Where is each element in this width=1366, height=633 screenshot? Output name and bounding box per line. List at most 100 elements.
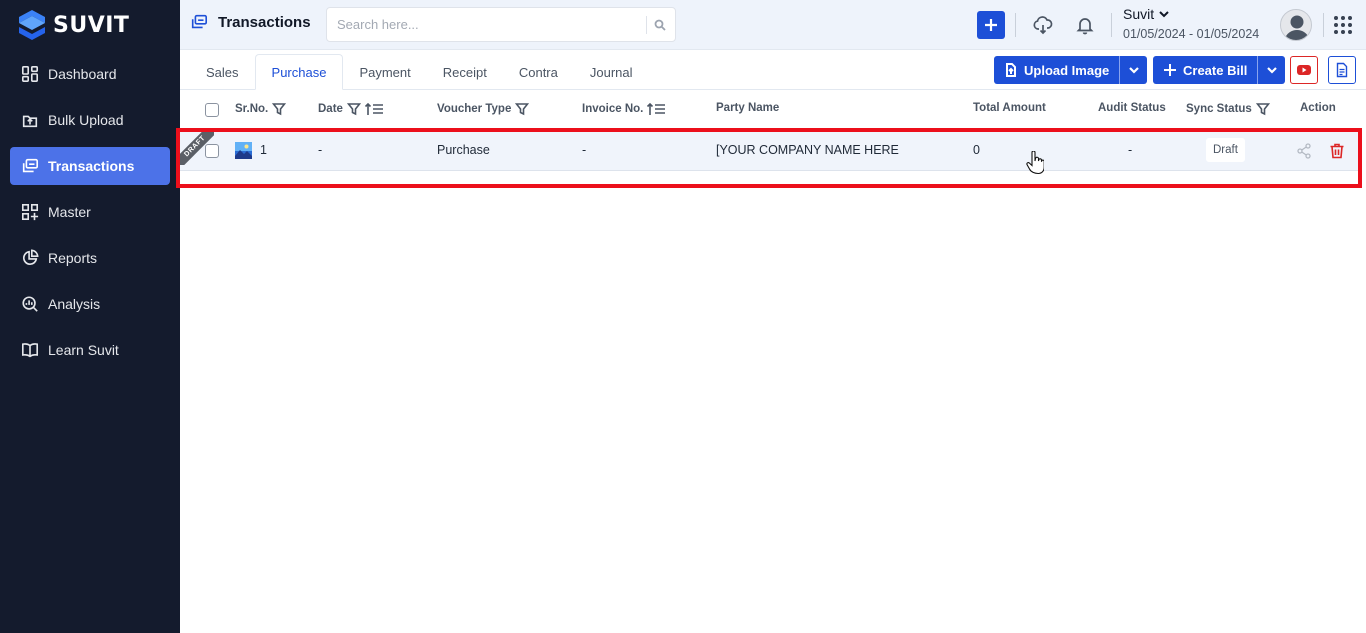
analysis-icon [20, 294, 40, 314]
plus-icon [985, 19, 997, 31]
filter-icon[interactable] [346, 102, 361, 116]
cell-audit-status: - [1128, 143, 1133, 157]
chevron-down-icon [1128, 67, 1139, 74]
company-selector[interactable]: Suvit 01/05/2024 - 01/05/2024 [1123, 6, 1259, 41]
tab-purchase[interactable]: Purchase [254, 54, 344, 90]
column-label: Sr.No. [235, 103, 269, 115]
date-range: 01/05/2024 - 01/05/2024 [1123, 27, 1260, 41]
search-input[interactable] [327, 8, 637, 41]
image-thumbnail-icon[interactable] [235, 142, 252, 159]
select-all-checkbox[interactable] [205, 103, 219, 117]
column-voucher-type: Voucher Type [437, 102, 530, 116]
plus-icon [1164, 64, 1176, 76]
sidebar-item-bulk-upload[interactable]: Bulk Upload [10, 101, 170, 139]
cell-sr-no: 1 [260, 143, 267, 157]
column-label: Invoice No. [582, 103, 644, 115]
sidebar-item-master[interactable]: Master [10, 193, 170, 231]
delete-icon[interactable] [1328, 142, 1346, 160]
sidebar-item-label: Transactions [48, 158, 135, 174]
apps-grid-icon[interactable] [1333, 15, 1353, 35]
create-bill-button[interactable]: Create Bill [1153, 56, 1258, 84]
column-party-name: Party Name [716, 102, 779, 114]
column-label: Total Amount [973, 102, 1046, 114]
transactions-icon [191, 14, 208, 29]
column-label: Action [1300, 102, 1336, 114]
upload-image-button[interactable]: Upload Image [994, 56, 1120, 84]
share-icon[interactable] [1295, 142, 1313, 160]
table-row[interactable]: DRAFT 1 - Purchase - [YOUR COMPANY NAME … [180, 131, 1360, 171]
tab-contra[interactable]: Contra [503, 54, 574, 90]
suvit-logo-icon [19, 10, 45, 40]
status-badge: Draft [1206, 138, 1245, 162]
bell-icon[interactable] [1073, 13, 1097, 37]
upload-image-split-button: Upload Image [994, 56, 1148, 84]
upload-image-label: Upload Image [1024, 62, 1110, 78]
tab-sales[interactable]: Sales [190, 54, 255, 90]
brand-name: SUVIT [53, 12, 130, 38]
voucher-tabs: Sales Purchase Payment Receipt Contra Jo… [190, 54, 649, 90]
dashboard-icon [20, 64, 40, 84]
search-icon[interactable] [654, 18, 666, 31]
filter-icon[interactable] [515, 102, 530, 116]
table-header: Sr.No. Date Voucher Type Invoice No. Par… [180, 90, 1366, 128]
create-bill-dropdown[interactable] [1257, 56, 1286, 84]
column-date: Date [318, 102, 384, 116]
create-bill-split-button: Create Bill [1153, 56, 1286, 84]
cell-party-name: [YOUR COMPANY NAME HERE [716, 143, 899, 157]
document-guide-button[interactable] [1328, 56, 1356, 84]
logo[interactable]: SUVIT [19, 9, 129, 41]
sidebar-item-label: Master [48, 204, 91, 220]
avatar[interactable] [1280, 9, 1312, 41]
column-label: Party Name [716, 102, 780, 114]
sort-icon[interactable] [646, 102, 666, 116]
divider [1015, 13, 1016, 37]
tab-receipt[interactable]: Receipt [427, 54, 503, 90]
sidebar-item-dashboard[interactable]: Dashboard [10, 55, 170, 93]
column-label: Date [318, 103, 343, 115]
upload-image-dropdown[interactable] [1119, 56, 1148, 84]
column-action: Action [1300, 102, 1336, 114]
column-invoice-no: Invoice No. [582, 102, 666, 116]
youtube-tutorial-button[interactable] [1290, 56, 1318, 84]
page-title: Transactions [218, 13, 311, 31]
upload-icon [20, 110, 40, 130]
transactions-icon [20, 156, 40, 176]
app-root: SUVIT Dashboard Bulk Upload Transactions [0, 0, 1366, 633]
filter-icon[interactable] [272, 102, 287, 116]
top-bar: Transactions Suvit 01/05/2024 - 01/05/20… [180, 0, 1366, 50]
document-icon [1336, 62, 1348, 78]
tab-payment[interactable]: Payment [343, 54, 426, 90]
sidebar-item-label: Reports [48, 250, 98, 266]
search-box [326, 7, 676, 42]
column-audit-status: Audit Status [1098, 102, 1166, 114]
sidebar-item-transactions[interactable]: Transactions [10, 147, 170, 185]
cell-date: - [318, 143, 323, 157]
column-sr-no: Sr.No. [235, 102, 287, 116]
sidebar-item-analysis[interactable]: Analysis [10, 285, 170, 323]
company-name: Suvit [1123, 6, 1155, 22]
tab-journal[interactable]: Journal [574, 54, 649, 90]
divider [1111, 13, 1112, 37]
company-name-row: Suvit [1123, 6, 1259, 22]
sidebar-item-label: Analysis [48, 296, 101, 312]
column-total-amount: Total Amount [973, 102, 1046, 114]
sidebar-item-label: Dashboard [48, 66, 117, 82]
chevron-down-icon [1267, 67, 1277, 74]
chevron-down-icon [1159, 11, 1169, 18]
sidebar-item-label: Bulk Upload [48, 112, 124, 128]
add-new-button[interactable] [977, 11, 1005, 39]
pie-chart-icon [20, 248, 40, 268]
sidebar-item-learn-suvit[interactable]: Learn Suvit [10, 331, 170, 369]
user-avatar-icon [1281, 10, 1311, 40]
row-checkbox[interactable] [205, 144, 219, 158]
sidebar: SUVIT Dashboard Bulk Upload Transactions [0, 0, 180, 633]
filter-icon[interactable] [1255, 102, 1270, 116]
file-upload-icon [1006, 63, 1016, 77]
sidebar-item-reports[interactable]: Reports [10, 239, 170, 277]
cloud-download-icon[interactable] [1031, 13, 1055, 37]
cell-invoice-no: - [582, 143, 587, 157]
divider [1323, 13, 1324, 37]
sort-icon[interactable] [364, 102, 384, 116]
column-sync-status: Sync Status [1186, 102, 1270, 116]
sidebar-item-label: Learn Suvit [48, 342, 119, 358]
